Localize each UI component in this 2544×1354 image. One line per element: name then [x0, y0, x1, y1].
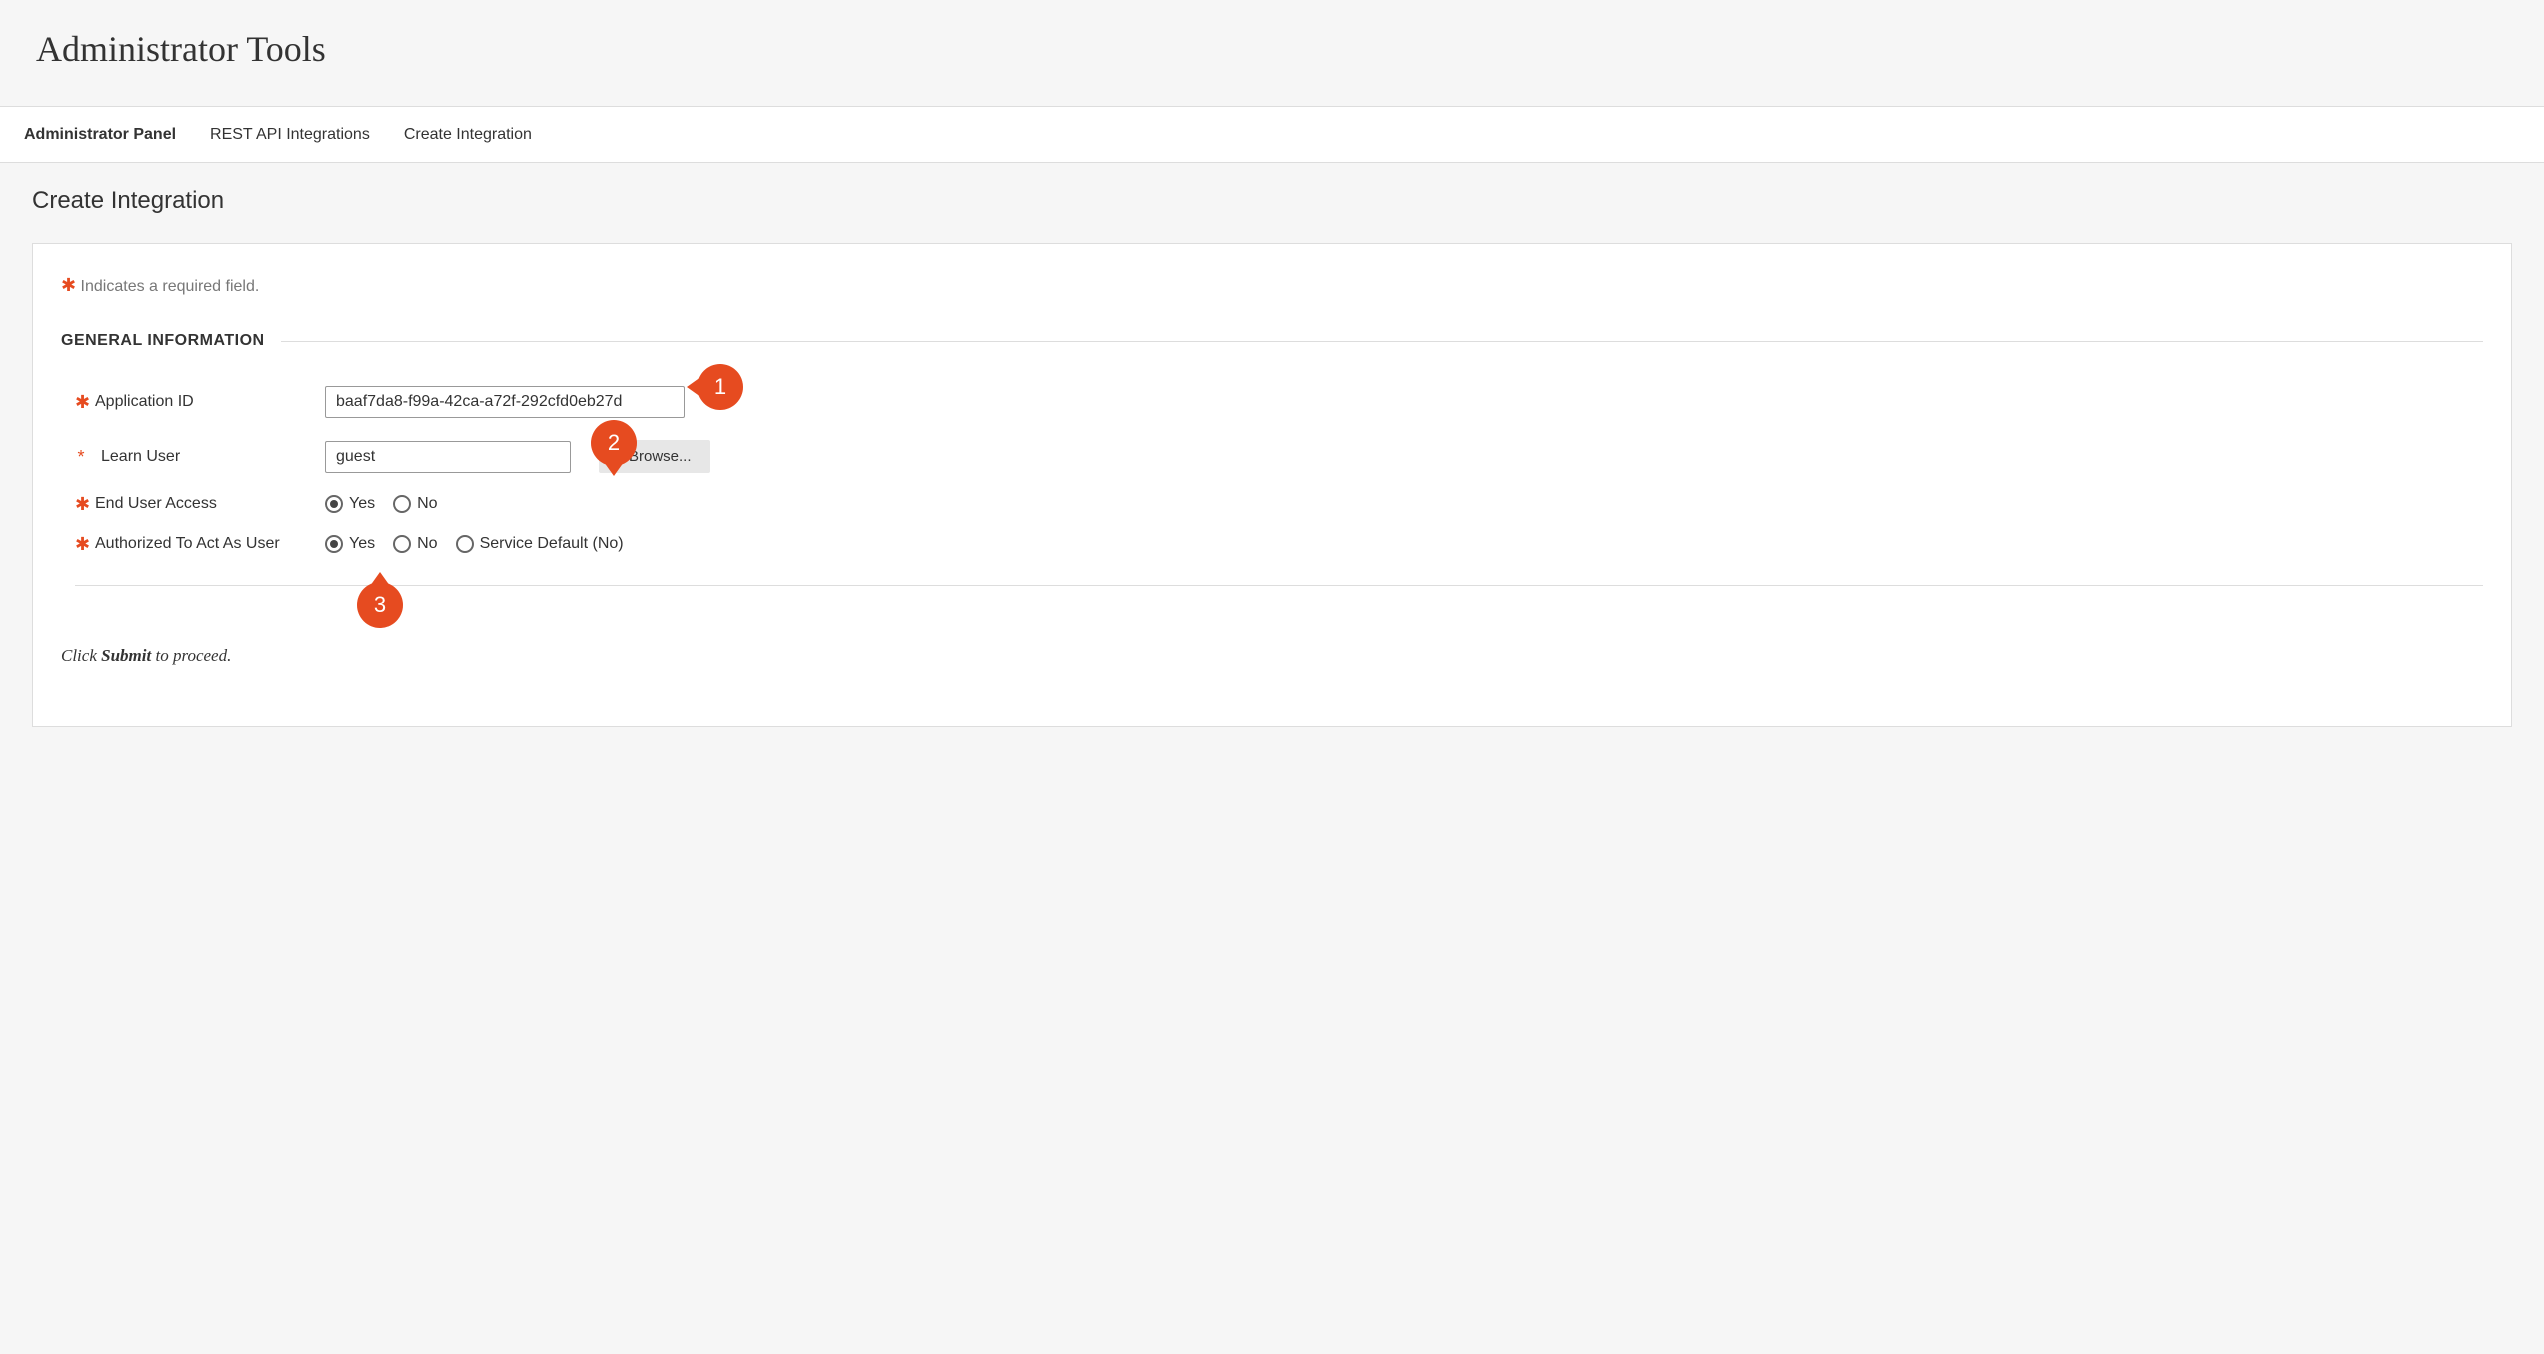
radio-label: Yes: [349, 495, 375, 513]
radio-label: Service Default (No): [480, 535, 624, 553]
content-title: Create Integration: [32, 187, 2512, 215]
footer-text-post: to proceed.: [151, 646, 231, 665]
footer-text-pre: Click: [61, 646, 101, 665]
tab-administrator-panel[interactable]: Administrator Panel: [24, 126, 176, 144]
section-title-general: GENERAL INFORMATION: [61, 332, 281, 350]
radio-label: No: [417, 535, 437, 553]
label-authorized: Authorized To Act As User: [95, 535, 280, 553]
required-field-note: ✱ Indicates a required field.: [61, 276, 2483, 296]
row-end-user-access: ✱ End User Access Yes No: [75, 495, 2483, 513]
radio-end-user-no[interactable]: [393, 495, 411, 513]
row-learn-user: * Learn User Browse...: [75, 440, 2483, 473]
radio-authorized-no[interactable]: [393, 535, 411, 553]
tab-bar: Administrator Panel REST API Integration…: [0, 107, 2544, 163]
page-title: Administrator Tools: [36, 28, 2508, 70]
callout-number: 2: [608, 430, 620, 456]
asterisk-icon: ✱: [75, 495, 87, 513]
radio-authorized-yes[interactable]: [325, 535, 343, 553]
radio-authorized-service-default[interactable]: [456, 535, 474, 553]
asterisk-icon: *: [75, 448, 87, 466]
callout-number: 1: [714, 374, 726, 400]
form-panel: ✱ Indicates a required field. GENERAL IN…: [32, 243, 2512, 727]
tab-create-integration[interactable]: Create Integration: [404, 126, 532, 144]
callout-number: 3: [374, 592, 386, 618]
radio-end-user-yes[interactable]: [325, 495, 343, 513]
required-field-text: Indicates a required field.: [81, 278, 260, 295]
asterisk-icon: ✱: [75, 535, 87, 553]
callout-marker-1: 1: [697, 364, 743, 410]
tab-rest-api-integrations[interactable]: REST API Integrations: [210, 126, 370, 144]
radio-label: No: [417, 495, 437, 513]
section-rule: [281, 341, 2483, 342]
label-application-id: Application ID: [95, 393, 194, 411]
row-authorized: ✱ Authorized To Act As User Yes No: [75, 535, 2483, 553]
footer-note: Click Submit to proceed.: [61, 646, 2483, 666]
label-learn-user: Learn User: [95, 448, 180, 466]
radio-label: Yes: [349, 535, 375, 553]
application-id-input[interactable]: [325, 386, 685, 418]
callout-marker-2: 2: [591, 420, 637, 466]
footer-text-bold: Submit: [101, 646, 151, 665]
learn-user-input[interactable]: [325, 441, 571, 473]
asterisk-icon: ✱: [61, 275, 76, 295]
row-application-id: ✱ Application ID: [75, 386, 2483, 418]
divider: [75, 585, 2483, 586]
label-end-user-access: End User Access: [95, 495, 217, 513]
asterisk-icon: ✱: [75, 393, 87, 411]
callout-marker-3: 3: [357, 582, 403, 628]
